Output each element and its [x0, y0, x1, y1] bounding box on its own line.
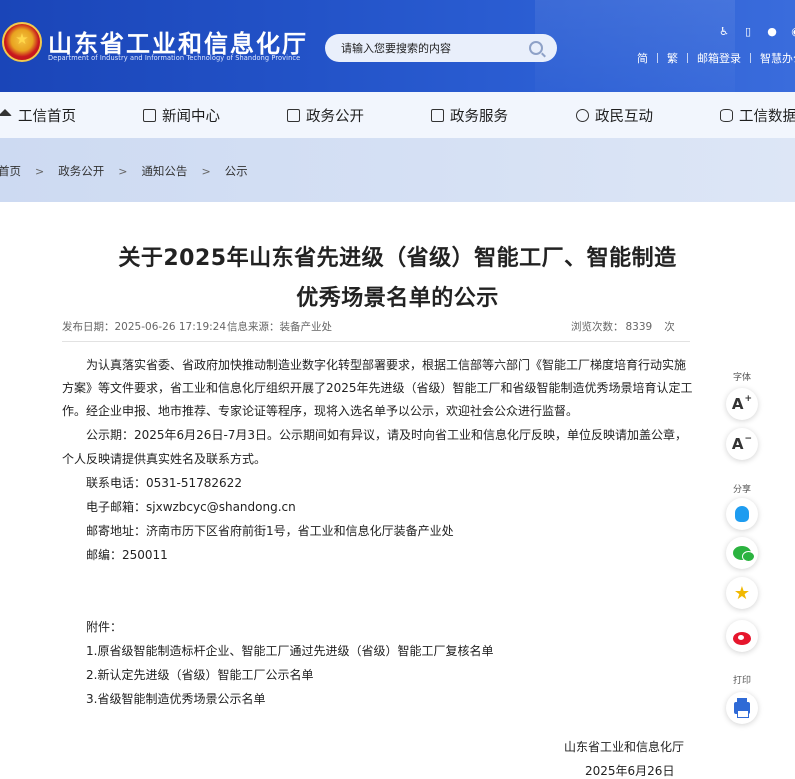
- weibo-icon[interactable]: ◉: [790, 26, 795, 38]
- views-unit: 次: [664, 321, 675, 333]
- news-icon: [143, 108, 156, 122]
- top-links: 简 繁 邮箱登录 智慧办公: [637, 50, 795, 66]
- nav-item-gov-service[interactable]: 政务服务: [431, 92, 508, 138]
- article-paragraph: 公示期：2025年6月26日-7月3日。公示期间如有异议，请及时向省工业和信息化…: [86, 428, 688, 442]
- nav-item-news[interactable]: 新闻中心: [143, 92, 220, 138]
- qq-icon: [735, 506, 749, 522]
- nav-item-home[interactable]: 工信首页: [0, 92, 76, 138]
- attachment-link[interactable]: 2.新认定先进级（省级）智能工厂公示名单: [86, 664, 313, 688]
- font-size-label: 字体: [732, 373, 751, 383]
- chevron-right-icon: >: [201, 164, 211, 178]
- wechat-icon: [733, 546, 755, 562]
- publish-date: 发布日期：2025-06-26 17:19:24: [62, 319, 226, 334]
- database-icon: [720, 108, 733, 122]
- source-label: 信息来源：: [227, 321, 280, 333]
- nav-label: 政民互动: [595, 108, 653, 125]
- simplified-chinese-link[interactable]: 简: [637, 50, 648, 66]
- email-login-link[interactable]: 邮箱登录: [697, 50, 741, 66]
- publish-label: 发布日期：: [62, 321, 115, 333]
- chevron-right-icon: >: [118, 164, 128, 178]
- chevron-right-icon: >: [35, 164, 45, 178]
- signature-org: 山东省工业和信息化厅: [564, 740, 685, 754]
- divider: [687, 53, 688, 63]
- national-emblem-logo[interactable]: [2, 22, 42, 62]
- breadcrumb-gov-affairs[interactable]: 政务公开: [58, 163, 104, 179]
- share-weibo-button[interactable]: [726, 620, 758, 652]
- divider: [657, 53, 658, 63]
- font-increase-button[interactable]: A +: [726, 388, 758, 420]
- main-nav: 工信首页 新闻中心 政务公开 政务服务 政民互动 工信数据: [0, 92, 795, 138]
- traditional-chinese-link[interactable]: 繁: [667, 50, 678, 66]
- accessibility-icon[interactable]: ♿: [718, 26, 730, 38]
- service-icon: [431, 108, 444, 122]
- contact-address: 邮寄地址：济南市历下区省府前街1号，省工业和信息化厅装备产业处: [86, 524, 454, 538]
- mobile-icon[interactable]: ▯: [742, 26, 754, 38]
- breadcrumb: 首页 > 政务公开 > 通知公告 > 公示: [0, 163, 248, 179]
- breadcrumb-home[interactable]: 首页: [0, 163, 21, 179]
- article-paragraph: 为认真落实省委、省政府加快推动制造业数字化转型部署要求，根据工信部等六部门《智能…: [86, 358, 687, 372]
- nav-label: 工信数据: [739, 108, 795, 125]
- nav-label: 政务公开: [306, 108, 364, 125]
- nav-label: 政务服务: [450, 108, 508, 125]
- article-paragraph: 作。经企业申报、地市推荐、专家论证等程序，现将入选名单予以公示，欢迎社会公众进行…: [62, 404, 579, 418]
- top-icon-bar: ♿ ▯ ● ◉: [718, 26, 795, 38]
- divider: [62, 341, 690, 342]
- print-button[interactable]: [726, 692, 758, 724]
- font-decrease-button[interactable]: A −: [726, 428, 758, 460]
- article-title-line1: 关于2025年山东省先进级（省级）智能工厂、智能制造: [118, 246, 677, 271]
- divider: [750, 53, 751, 63]
- search-icon[interactable]: [529, 41, 543, 55]
- share-label: 分享: [732, 485, 751, 495]
- breadcrumb-publicity[interactable]: 公示: [225, 163, 248, 179]
- print-label: 打印: [732, 676, 751, 686]
- views-value: 8339: [625, 321, 653, 333]
- weibo-icon: [733, 631, 751, 645]
- share-qq-button[interactable]: [726, 498, 758, 530]
- article-title-line2: 优秀场景名单的公示: [296, 286, 499, 311]
- views-label: 浏览次数：: [571, 321, 624, 333]
- plus-icon: +: [744, 394, 753, 404]
- home-icon: [0, 108, 12, 116]
- search-box: [325, 34, 557, 62]
- printer-icon: [734, 698, 750, 718]
- font-increase-letter: A: [731, 395, 744, 413]
- view-count: 浏览次数： 8339 次: [571, 319, 675, 334]
- site-subtitle: Department of Industry and Information T…: [48, 54, 301, 62]
- article-paragraph: 个人反映请提供真实姓名及联系方式。: [62, 452, 267, 466]
- attachments-label: 附件：: [86, 620, 123, 634]
- source-value: 装备产业处: [279, 321, 333, 333]
- nav-item-interaction[interactable]: 政民互动: [576, 92, 653, 138]
- publish-value: 2025-06-26 17:19:24: [114, 321, 227, 333]
- star-icon: ★: [733, 582, 751, 604]
- breadcrumb-notices[interactable]: 通知公告: [141, 163, 187, 179]
- minus-icon: −: [744, 434, 753, 444]
- interaction-icon: [576, 108, 589, 122]
- monitor-icon: [287, 108, 300, 122]
- nav-label: 新闻中心: [162, 108, 220, 125]
- signature-date: 2025年6月26日: [585, 764, 675, 778]
- attachment-link[interactable]: 1.原省级智能制造标杆企业、智能工厂通过先进级（省级）智能工厂复核名单: [86, 640, 493, 664]
- nav-label: 工信首页: [18, 108, 76, 125]
- info-source: 信息来源：装备产业处: [227, 319, 332, 334]
- font-decrease-letter: A: [731, 435, 744, 453]
- nav-item-gov-affairs[interactable]: 政务公开: [287, 92, 364, 138]
- breadcrumb-bar: 首页 > 政务公开 > 通知公告 > 公示: [0, 138, 795, 202]
- share-wechat-button[interactable]: [726, 537, 758, 569]
- attachment-link[interactable]: 3.省级智能制造优秀场景公示名单: [86, 688, 265, 712]
- nav-item-data[interactable]: 工信数据: [720, 92, 795, 138]
- share-favorite-button[interactable]: ★: [726, 577, 758, 609]
- wechat-icon[interactable]: ●: [766, 26, 778, 38]
- site-header: 山东省工业和信息化厅 Department of Industry and In…: [0, 0, 795, 92]
- article-paragraph: 方案》等文件要求，省工业和信息化厅组织开展了2025年先进级（省级）智能工厂和省…: [62, 381, 693, 395]
- header-decoration: [535, 0, 735, 92]
- smart-office-link[interactable]: 智慧办公: [760, 50, 795, 66]
- contact-email: 电子邮箱：sjxwzbcyc@shandong.cn: [86, 500, 296, 514]
- search-input[interactable]: [341, 34, 521, 62]
- contact-phone: 联系电话：0531-51782622: [86, 476, 242, 490]
- postcode: 邮编：250011: [86, 548, 168, 562]
